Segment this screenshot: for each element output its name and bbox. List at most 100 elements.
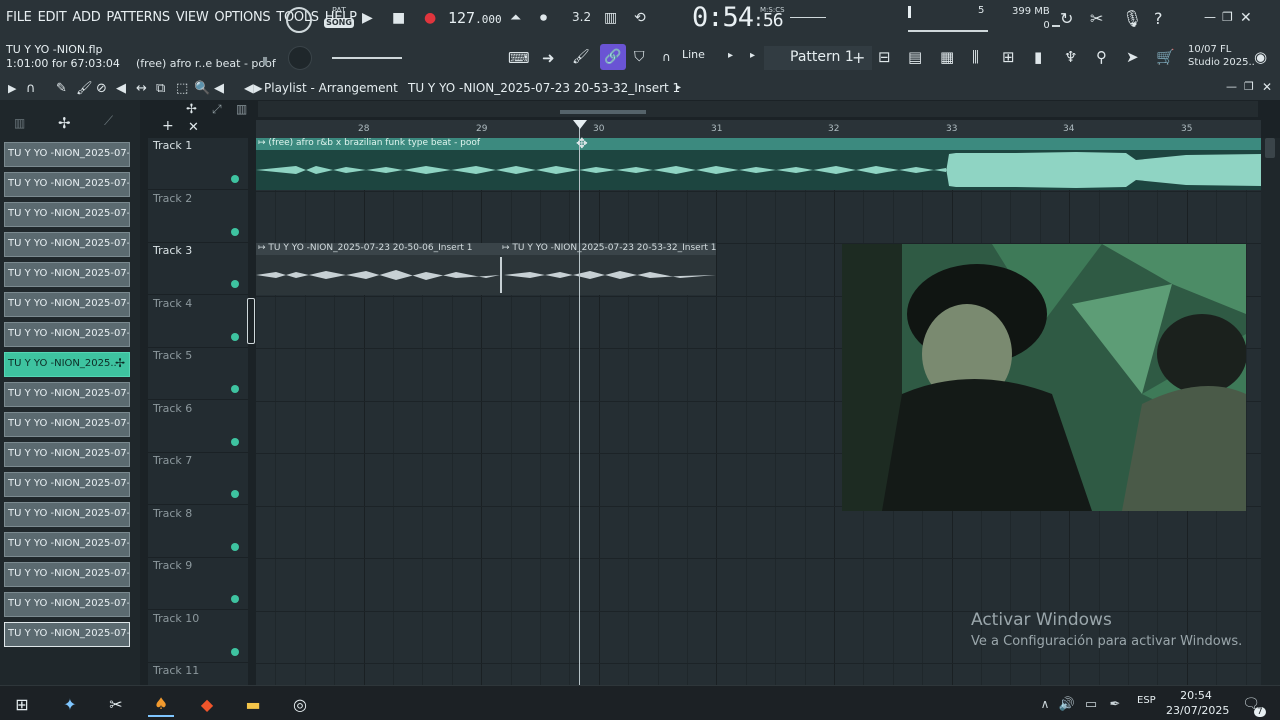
restore-icon[interactable]: ❐ [1222,10,1233,24]
select-tool-icon[interactable]: ⬚ [176,81,188,96]
obs-icon[interactable]: ◎ [287,691,313,717]
picker-clip-item[interactable]: TU Y YO -NION_2025-07-.. [4,202,130,227]
mute-tool-icon[interactable]: ◀ [116,81,126,96]
track-mute-led[interactable] [231,227,239,236]
track-mute-led[interactable] [231,542,239,551]
loop-record-icon[interactable]: ⟲ [634,10,646,26]
picker-clip-item[interactable]: TU Y YO -NION_2025.. ✢ [4,352,130,377]
playback-tool-icon[interactable]: ◀ [214,81,224,96]
zoom-horizontal-icon[interactable]: ✢ [186,102,197,117]
news-icon[interactable]: ➤ [1126,48,1139,66]
snap-magnet-icon[interactable]: ∩ [26,81,36,96]
volume-icon[interactable]: 🔊 [1054,691,1080,717]
menu-edit[interactable]: EDIT [38,10,67,25]
master-volume-knob[interactable] [286,7,312,33]
snap-chevron-icon[interactable]: ▸ [728,50,733,61]
record-icon[interactable]: ● [424,10,436,26]
pen-icon[interactable]: ✒ [1102,691,1128,717]
play-icon[interactable]: ▶ [362,10,373,26]
track-mute-led[interactable] [231,647,239,656]
track-header[interactable]: Track 1 [148,138,248,190]
stop-icon[interactable]: ■ [392,10,405,26]
audio-clip-insert-b[interactable]: ↦ TU Y YO -NION_2025-07-23 20-53-32_Inse… [500,243,716,295]
windows-start-icon[interactable]: ⊞ [9,691,35,717]
picker-clip-item[interactable]: TU Y YO -NION_2025-07-.. [4,232,130,257]
countdown-icon[interactable]: 3.2 [572,10,591,24]
brave-browser-icon[interactable]: ◆ [194,691,220,717]
picker-clip-item[interactable]: TU Y YO -NION_2025-07-.. [4,262,130,287]
track-mute-led[interactable] [231,280,239,288]
track-mute-led[interactable] [231,385,239,393]
display-icon[interactable]: ▭ [1078,691,1104,717]
picker-automation-icon[interactable]: ⟋ [104,114,113,129]
slip-tool-icon[interactable]: ↔ [136,81,147,96]
system-clock[interactable]: 20:54 23/07/2025 [1166,688,1229,718]
language-indicator[interactable]: ESP [1137,695,1156,706]
copilot-icon[interactable]: ✦ [57,691,83,717]
zoom-fit-icon[interactable]: ⤢ [212,102,222,117]
track-selector-handle[interactable] [247,298,255,344]
picker-audio-icon[interactable]: ✢ [58,114,71,132]
picker-clip-item[interactable]: TU Y YO -NION_2025-07-.. [4,472,130,497]
playlist-icon[interactable]: ⊟ [878,48,891,66]
remove-track-icon[interactable]: ✕ [188,120,199,135]
step-edit-icon[interactable]: ▥ [604,10,617,26]
menu-file[interactable]: FILE [6,10,32,25]
track-mute-led[interactable] [231,332,239,341]
menu-view[interactable]: VIEW [176,10,209,25]
picker-grid-icon[interactable]: ▥ [14,116,25,130]
pattern-prev-icon[interactable]: ▸ [750,50,755,61]
mixer-icon[interactable]: ⫼ [972,48,979,66]
draw-tool-icon[interactable]: ✎ [56,81,67,96]
track-header[interactable]: Track 6 [148,401,248,453]
link-icon[interactable]: 🔗 [600,44,626,70]
arrow-right-icon[interactable]: ➜ [542,49,555,67]
cart-icon[interactable]: 🛒 [1156,48,1175,66]
file-icon[interactable]: ▮ [1034,48,1042,66]
file-explorer-icon[interactable]: ▬ [240,691,266,717]
zoom-tool-icon[interactable]: 🔍 [194,81,210,96]
track-header[interactable]: Track 10 [148,611,248,663]
fl-logo-icon[interactable]: ◉ [1254,48,1267,66]
playlist-minimize-icon[interactable]: — [1226,80,1237,93]
track-mute-led[interactable] [231,490,239,498]
piano-roll-icon[interactable]: ▤ [908,48,922,66]
delete-tool-icon[interactable]: ⊘ [96,81,107,96]
picker-clip-item[interactable]: TU Y YO -NION_2025-07-.. [4,412,130,437]
tempo-display[interactable]: 127.000 [448,9,502,27]
vertical-scrollbar[interactable] [1261,138,1280,685]
picker-clip-item[interactable]: TU Y YO -NION_2025-07-.. [4,442,130,467]
fl-studio-taskbar-icon[interactable]: ♠ [148,691,174,717]
menu-patterns[interactable]: PATTERNS [106,10,170,25]
picker-clip-item[interactable]: TU Y YO -NION_2025-07-.. [4,502,130,527]
picker-clip-item[interactable]: TU Y YO -NION_2025-07-.. [4,172,130,197]
vertical-scroll-thumb[interactable] [1265,138,1275,158]
audio-clip-beat[interactable]: ↦ (free) afro r&b x brazilian funk type … [256,138,1261,190]
menu-options[interactable]: OPTIONS [214,10,270,25]
picker-clip-item[interactable]: TU Y YO -NION_2025-07-.. [4,592,130,617]
track-mute-led[interactable] [231,595,239,603]
wait-for-input-icon[interactable]: ⏺ [540,10,547,26]
track-header[interactable]: Track 2 [148,191,248,243]
browser-icon[interactable]: ⊞ [1002,48,1015,66]
picker-clip-item[interactable]: TU Y YO -NION_2025-07-.. [4,322,130,347]
menu-add[interactable]: ADD [72,10,100,25]
pat-song-toggle[interactable]: PAT SONG [324,6,354,32]
tools-cross-icon[interactable]: ✂ [1090,9,1103,28]
track-header[interactable]: Track 9 [148,558,248,610]
track-mute-led[interactable] [231,437,239,446]
metronome-icon[interactable]: ⏶ [510,10,521,26]
playlist-options-arrow-icon[interactable]: ◀▶ [244,81,262,95]
playlist-menu-arrow-icon[interactable]: ▶ [8,82,16,95]
track-header[interactable]: Track 4 [148,296,248,348]
close-icon[interactable]: ✕ [1240,10,1252,26]
track-mute-led[interactable] [231,175,239,183]
track-header[interactable]: Track 3 [148,243,248,295]
playlist-maximize-icon[interactable]: ❐ [1244,80,1254,93]
stamp-icon[interactable]: ⛉ [634,49,645,65]
plugin-icon[interactable]: ♆ [1064,48,1077,66]
channel-rack-icon[interactable]: ▦ [940,48,954,66]
snap-selector[interactable]: Line [664,48,705,61]
picker-clip-item[interactable]: TU Y YO -NION_2025-07-.. [4,292,130,317]
add-pattern-icon[interactable]: + [852,48,865,67]
